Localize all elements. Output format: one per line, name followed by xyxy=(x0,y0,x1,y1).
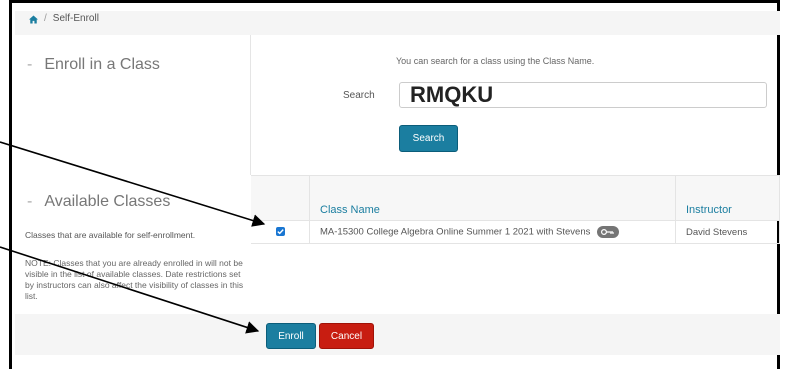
table-row: MA-15300 College Algebra Online Summer 1… xyxy=(251,220,780,244)
row-select-cell xyxy=(251,220,310,244)
key-icon xyxy=(597,226,620,238)
class-name-cell: MA-15300 College Algebra Online Summer 1… xyxy=(309,220,676,244)
enroll-title: - Enroll in a Class xyxy=(27,56,160,73)
available-classes-table: Class Name Instructor MA-15300 College A… xyxy=(251,175,780,244)
home-icon[interactable] xyxy=(29,15,38,24)
breadcrumb-separator: / xyxy=(44,13,47,24)
enrollment-note: NOTE: Classes that you are already enrol… xyxy=(25,258,244,301)
search-panel: You can search for a class using the Cla… xyxy=(251,35,780,175)
class-select-checkbox[interactable] xyxy=(275,227,285,237)
cancel-button[interactable]: Cancel xyxy=(319,323,374,349)
search-hint: You can search for a class using the Cla… xyxy=(396,56,595,66)
enroll-button[interactable]: Enroll xyxy=(266,323,316,349)
form-footer: Enroll Cancel xyxy=(15,314,780,355)
search-button[interactable]: Search xyxy=(399,125,458,152)
page-frame: / Self-Enroll - Enroll in a Class You can… xyxy=(9,0,780,369)
instructor-cell: David Stevens xyxy=(675,220,780,244)
table-header-row: Class Name Instructor xyxy=(251,175,780,221)
breadcrumb: / Self-Enroll xyxy=(15,11,780,35)
enroll-section-header: - Enroll in a Class xyxy=(15,35,251,175)
available-classes-description: Classes that are available for self-enro… xyxy=(25,230,196,240)
column-header-select xyxy=(251,175,310,221)
class-name: MA-15300 College Algebra Online Summer 1… xyxy=(320,226,591,238)
column-header-instructor[interactable]: Instructor xyxy=(675,175,780,221)
search-label: Search xyxy=(343,90,375,101)
check-icon xyxy=(276,229,284,235)
breadcrumb-current: Self-Enroll xyxy=(52,13,99,24)
available-classes-title: - Available Classes xyxy=(27,193,171,210)
column-header-class-name[interactable]: Class Name xyxy=(309,175,676,221)
search-input[interactable] xyxy=(399,82,767,108)
